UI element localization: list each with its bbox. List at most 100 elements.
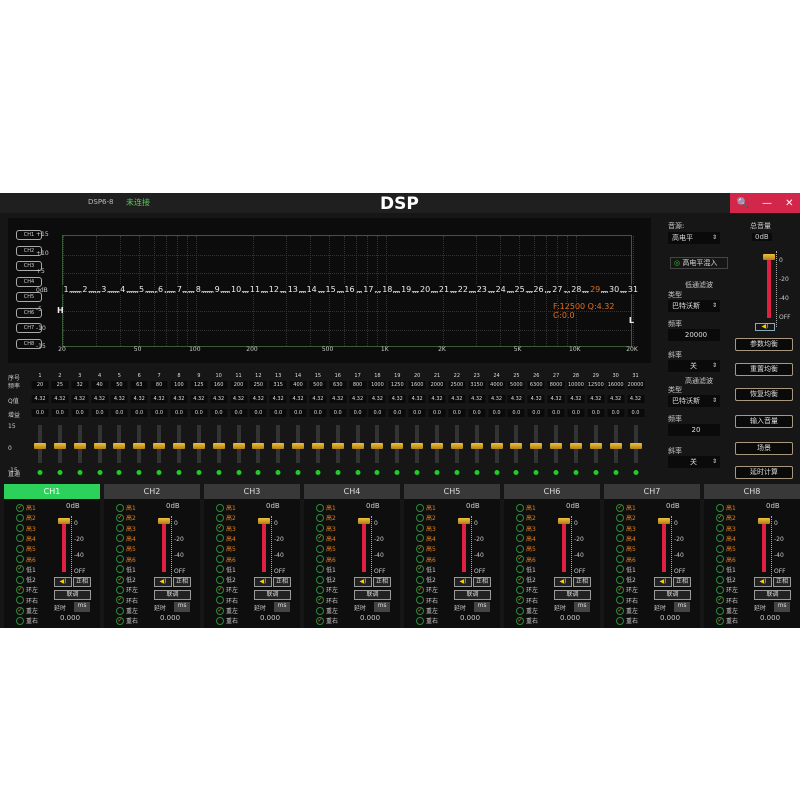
band-q[interactable]: 4.32 bbox=[329, 395, 347, 403]
band-slider-knob[interactable] bbox=[133, 443, 146, 449]
checkbox[interactable]: ✓ bbox=[216, 524, 224, 533]
band-gain[interactable]: 0.0 bbox=[448, 409, 466, 417]
checkbox[interactable]: ✓ bbox=[16, 606, 24, 615]
route-1[interactable]: 高2 bbox=[616, 513, 636, 522]
band-q[interactable]: 4.32 bbox=[627, 395, 644, 403]
checkbox[interactable] bbox=[316, 555, 324, 563]
checkbox[interactable] bbox=[416, 616, 424, 625]
band-slider-knob[interactable] bbox=[272, 443, 285, 449]
bypass-led[interactable] bbox=[255, 470, 261, 475]
band-freq[interactable]: 500 bbox=[309, 381, 327, 389]
checkbox[interactable]: ✓ bbox=[316, 596, 324, 605]
band-q[interactable]: 4.32 bbox=[91, 395, 109, 403]
checkbox[interactable]: ✓ bbox=[16, 565, 24, 574]
eq-point-20[interactable]: 20 bbox=[419, 285, 432, 294]
route-6[interactable]: 低1 bbox=[116, 565, 136, 574]
route-8[interactable]: 环左 bbox=[516, 585, 538, 594]
bypass-led[interactable] bbox=[533, 470, 539, 475]
band-gain[interactable]: 0.0 bbox=[567, 409, 585, 417]
delay-value[interactable]: 0.000 bbox=[260, 614, 280, 622]
route-11[interactable]: 重右 bbox=[616, 616, 638, 625]
route-5[interactable]: 高6 bbox=[716, 555, 736, 564]
hpf-freq-input[interactable]: 20 bbox=[668, 424, 720, 436]
checkbox[interactable]: ✓ bbox=[516, 575, 524, 584]
channel-fader-knob[interactable] bbox=[658, 518, 670, 524]
checkbox[interactable] bbox=[616, 575, 624, 584]
route-7[interactable]: 低2 bbox=[616, 575, 636, 584]
route-6[interactable]: 低1 bbox=[216, 565, 236, 574]
bypass-led[interactable] bbox=[196, 470, 202, 475]
bypass-led[interactable] bbox=[156, 470, 162, 475]
band-freq[interactable]: 2000 bbox=[428, 381, 446, 389]
checkbox[interactable]: ✓ bbox=[516, 616, 524, 625]
button-5[interactable]: 延时计算 bbox=[735, 466, 793, 479]
band-gain[interactable]: 0.0 bbox=[329, 409, 347, 417]
route-0[interactable]: 高1 bbox=[116, 503, 136, 512]
band-gain[interactable]: 0.0 bbox=[507, 409, 525, 417]
checkbox[interactable]: ✓ bbox=[116, 513, 124, 522]
band-freq[interactable]: 125 bbox=[190, 381, 208, 389]
route-5[interactable]: 高6 bbox=[616, 555, 636, 564]
band-slider-knob[interactable] bbox=[490, 443, 503, 449]
route-10[interactable]: 重左 bbox=[316, 606, 338, 615]
channel-fader-knob[interactable] bbox=[758, 518, 770, 524]
band-q[interactable]: 4.32 bbox=[527, 395, 545, 403]
band-freq[interactable]: 50 bbox=[110, 381, 128, 389]
link-button[interactable]: 联调 bbox=[354, 590, 391, 600]
route-0[interactable]: 高1 bbox=[716, 503, 736, 512]
route-10[interactable]: ✓ 重左 bbox=[216, 606, 238, 615]
route-7[interactable]: 低2 bbox=[316, 575, 336, 584]
checkbox[interactable] bbox=[116, 544, 124, 553]
band-gain[interactable]: 0.0 bbox=[210, 409, 228, 417]
band-gain[interactable]: 0.0 bbox=[130, 409, 148, 417]
route-2[interactable]: 高3 bbox=[616, 524, 636, 533]
route-0[interactable]: ✓ 高1 bbox=[16, 503, 36, 512]
band-freq[interactable]: 12500 bbox=[587, 381, 605, 389]
checkbox[interactable]: ✓ bbox=[16, 503, 24, 512]
checkbox[interactable] bbox=[616, 565, 624, 574]
route-1[interactable]: ✓ 高2 bbox=[116, 513, 136, 522]
band-q[interactable]: 4.32 bbox=[488, 395, 506, 403]
bypass-led[interactable] bbox=[494, 470, 500, 475]
checkbox[interactable]: ✓ bbox=[616, 585, 624, 594]
band-freq[interactable]: 20 bbox=[31, 381, 49, 389]
delay-value[interactable]: 0.000 bbox=[160, 614, 180, 622]
band-freq[interactable]: 40 bbox=[91, 381, 109, 389]
route-8[interactable]: 环左 bbox=[716, 585, 738, 594]
route-3[interactable]: 高4 bbox=[716, 534, 736, 543]
route-9[interactable]: 环右 bbox=[616, 596, 638, 605]
checkbox[interactable] bbox=[716, 606, 724, 615]
band-slider-knob[interactable] bbox=[609, 443, 622, 449]
eq-point-25[interactable]: 25 bbox=[513, 285, 526, 294]
checkbox[interactable] bbox=[516, 524, 524, 533]
route-0[interactable]: ✓ 高1 bbox=[616, 503, 636, 512]
mute-button[interactable]: ◀) bbox=[554, 577, 572, 587]
band-freq[interactable]: 630 bbox=[329, 381, 347, 389]
checkbox[interactable] bbox=[116, 555, 124, 563]
checkbox[interactable] bbox=[516, 606, 524, 615]
checkbox[interactable] bbox=[416, 524, 424, 533]
eq-point-26[interactable]: 26 bbox=[532, 285, 545, 294]
route-6[interactable]: 低1 bbox=[316, 565, 336, 574]
channel-tab[interactable]: CH7 bbox=[604, 484, 700, 499]
band-freq[interactable]: 200 bbox=[230, 381, 247, 389]
route-2[interactable]: 高3 bbox=[116, 524, 136, 533]
eq-point-3[interactable]: 3 bbox=[100, 285, 108, 294]
checkbox[interactable] bbox=[416, 513, 424, 522]
band-q[interactable]: 4.32 bbox=[110, 395, 128, 403]
checkbox[interactable] bbox=[616, 596, 624, 605]
eq-point-29[interactable]: 29 bbox=[589, 285, 602, 294]
band-gain[interactable]: 0.0 bbox=[587, 409, 605, 417]
route-8[interactable]: ✓ 环左 bbox=[16, 585, 38, 594]
phase-button[interactable]: 正相 bbox=[373, 577, 391, 587]
route-3[interactable]: 高4 bbox=[616, 534, 636, 543]
channel-tab[interactable]: CH1 bbox=[4, 484, 100, 499]
route-0[interactable]: 高1 bbox=[416, 503, 436, 512]
route-3[interactable]: 高4 bbox=[516, 534, 536, 543]
channel-fader-knob[interactable] bbox=[558, 518, 570, 524]
band-slider-knob[interactable] bbox=[212, 443, 225, 449]
band-freq[interactable]: 1000 bbox=[368, 381, 386, 389]
checkbox[interactable] bbox=[116, 585, 124, 594]
bypass-led[interactable] bbox=[315, 470, 321, 475]
band-q[interactable]: 4.32 bbox=[468, 395, 486, 403]
